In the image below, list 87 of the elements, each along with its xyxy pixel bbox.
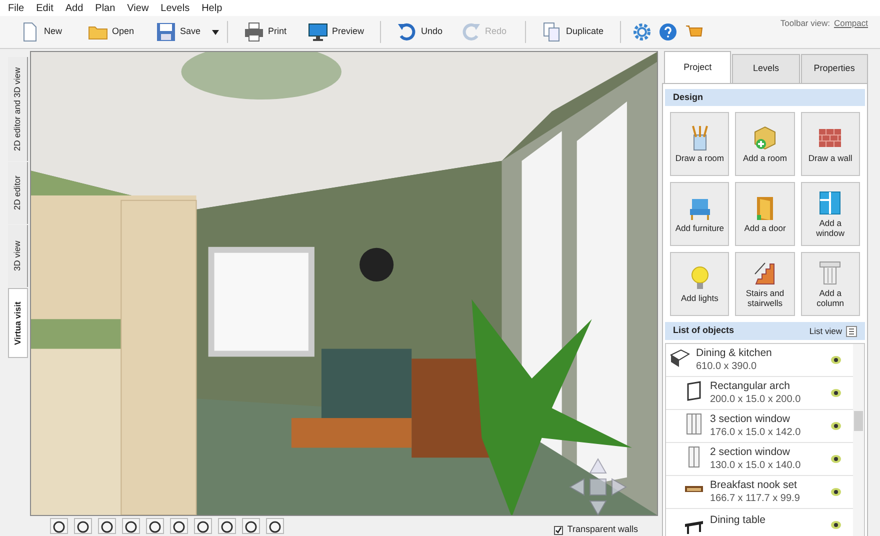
undo-icon	[397, 22, 418, 42]
eye-icon[interactable]	[831, 488, 841, 496]
object-name: 3 section window	[710, 413, 791, 426]
transparent-walls-checkbox[interactable]: Transparent walls	[554, 523, 638, 536]
toolbar-button[interactable]: Save	[148, 19, 212, 45]
panel-tab[interactable]: Properties	[800, 54, 868, 83]
object-list-item[interactable]: Rectangular arch 200.0 x 15.0 x 200.0	[684, 380, 831, 406]
object-name: Dining & kitchen	[696, 347, 772, 360]
design-tool-button[interactable]: Add a door	[735, 182, 795, 246]
view-control-icon[interactable]	[194, 518, 212, 534]
menu-item[interactable]: Add	[65, 0, 84, 16]
object-list-item[interactable]: 2 section window 130.0 x 15.0 x 140.0	[684, 446, 831, 472]
toolbar-view-label: Toolbar view:	[780, 17, 830, 30]
object-name: Dining table	[710, 514, 766, 527]
toolbar-button[interactable]: Print	[236, 19, 300, 45]
view-tab[interactable]: 3D view	[8, 225, 28, 287]
object-list-item[interactable]: Breakfast nook set 166.7 x 117.7 x 99.9	[684, 479, 831, 505]
view-control-icon[interactable]	[122, 518, 140, 534]
object-list-item[interactable]: 3 section window 176.0 x 15.0 x 142.0	[684, 413, 831, 439]
object-name: Breakfast nook set	[710, 479, 798, 492]
copy-icon	[542, 22, 562, 42]
toolbar-button[interactable]: Preview	[300, 19, 372, 45]
navigation-pad-icon[interactable]	[568, 457, 628, 515]
eye-icon[interactable]	[831, 389, 841, 397]
object-list-item[interactable]: Dining table	[684, 514, 831, 536]
design-tool-button[interactable]: Add a window	[800, 182, 860, 246]
view-control-icon[interactable]	[170, 518, 188, 534]
eye-icon[interactable]	[831, 455, 841, 463]
eye-icon[interactable]	[831, 521, 841, 529]
toolbar-button[interactable]: Duplicate	[534, 19, 612, 45]
menu-item[interactable]: Edit	[36, 0, 54, 16]
section-header: List of objects	[673, 324, 734, 338]
monitor-icon	[308, 22, 328, 42]
help-icon[interactable]	[658, 23, 677, 41]
compact-link[interactable]: Compact	[834, 17, 868, 30]
toolbar-button[interactable]: Open	[80, 19, 148, 45]
object-size: 176.0 x 15.0 x 142.0	[710, 426, 801, 439]
view-tab[interactable]: 2D editor	[8, 162, 28, 224]
view-control-icon[interactable]	[74, 518, 92, 534]
room-icon	[670, 347, 690, 369]
object-name: Rectangular arch	[710, 380, 791, 393]
toolbar-button[interactable]: Undo	[389, 19, 454, 45]
design-tool-button[interactable]: Draw a room	[670, 112, 730, 176]
eye-icon[interactable]	[831, 422, 841, 430]
view-control-icon[interactable]	[266, 518, 284, 534]
panel-tab[interactable]: Project	[664, 51, 732, 83]
menu-item[interactable]: Plan	[95, 0, 116, 16]
dropdown-arrow-icon[interactable]	[212, 30, 219, 34]
section-header: Design	[665, 89, 865, 106]
object-size: 166.7 x 117.7 x 99.9	[710, 492, 800, 505]
column-icon	[817, 260, 844, 286]
design-tool-button[interactable]: Add a column	[800, 252, 860, 316]
view-control-icon[interactable]	[98, 518, 116, 534]
menu-item[interactable]: View	[127, 0, 149, 16]
design-tool-button[interactable]: Add a room	[735, 112, 795, 176]
design-tool-button[interactable]: Draw a wall	[800, 112, 860, 176]
view-tab[interactable]: Virtua visit	[8, 288, 28, 358]
panel-tab[interactable]: Levels	[732, 54, 800, 83]
eye-icon[interactable]	[831, 356, 841, 364]
checkmark-icon	[555, 526, 562, 534]
view-control-icon[interactable]	[242, 518, 260, 534]
settings-icon[interactable]	[632, 23, 651, 41]
view-control-icon[interactable]	[218, 518, 236, 534]
object-size: 610.0 x 390.0	[696, 360, 758, 373]
window-icon	[817, 190, 844, 216]
window-icon	[684, 413, 704, 435]
printer-icon	[244, 22, 264, 42]
redo-icon	[461, 22, 482, 42]
list-view-label: List view	[809, 324, 842, 338]
box-plus-icon	[752, 125, 778, 151]
object-name: 2 section window	[710, 446, 791, 459]
design-tool-button[interactable]: Stairs and stairwells	[735, 252, 795, 316]
menu-item[interactable]: Help	[202, 0, 222, 16]
scrollbar[interactable]	[853, 344, 864, 536]
table-set-icon	[684, 485, 704, 493]
toolbar-button[interactable]: New	[12, 19, 80, 45]
menu-item[interactable]: File	[8, 0, 24, 16]
view-control-icon[interactable]	[50, 518, 68, 534]
view-tab[interactable]: 2D editor and 3D view	[8, 57, 28, 161]
list-view-icon[interactable]	[846, 326, 857, 336]
object-size: 200.0 x 15.0 x 200.0	[710, 393, 801, 406]
object-list-item[interactable]: Dining & kitchen 610.0 x 390.0	[670, 347, 831, 373]
design-tool-button[interactable]: Add furniture	[670, 182, 730, 246]
menu-item[interactable]: Levels	[160, 0, 190, 16]
object-size: 130.0 x 15.0 x 140.0	[710, 459, 801, 472]
design-tool-button[interactable]: Add lights	[670, 252, 730, 316]
view-control-icon[interactable]	[146, 518, 164, 534]
